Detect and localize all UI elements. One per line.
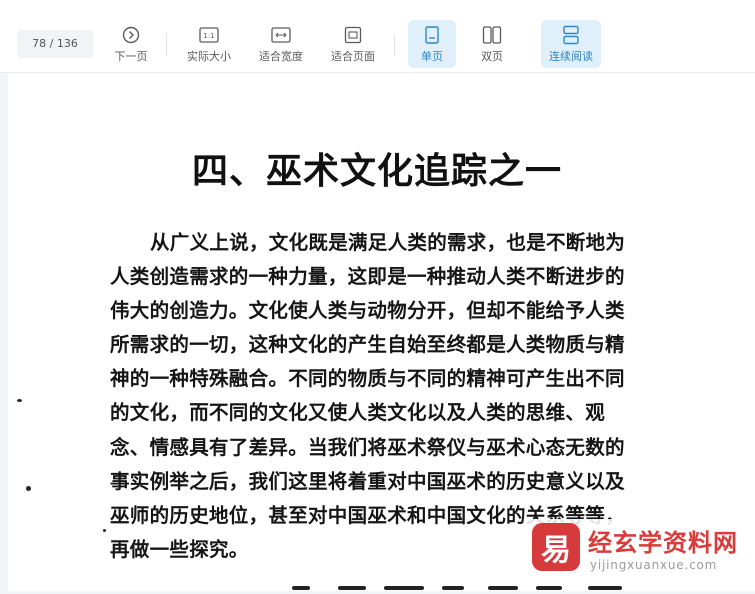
paragraph-line: 伟大的创造力。文化使人类与动物分开，但却不能给予人类 (110, 299, 625, 323)
paragraph-line: 所需求的一切，这种文化的产生自始至终都是人类物质与精 (110, 333, 625, 357)
scan-speck (103, 529, 106, 532)
reader-toolbar: 78 / 136 下一页 1:1 实际大小 适合宽度 适合页面 单页 双页 连续… (0, 0, 755, 73)
double-page-button[interactable]: 双页 (470, 20, 514, 68)
fit-width-label: 适合宽度 (259, 50, 303, 63)
watermark-logo: 易 (532, 523, 580, 571)
page-indicator[interactable]: 78 / 136 (17, 30, 93, 58)
svg-text:1:1: 1:1 (203, 32, 214, 40)
fit-width-button[interactable]: 适合宽度 (254, 20, 308, 68)
chevron-right-circle-icon (120, 24, 142, 46)
section-heading: 四、巫术文化追踪之一 (192, 150, 563, 192)
actual-size-button[interactable]: 1:1 实际大小 (180, 20, 238, 68)
paragraph-line: 人类创造需求的一种力量，这即是一种推动人类不断进步的 (110, 265, 625, 289)
actual-size-label: 实际大小 (187, 50, 231, 63)
continuous-reading-button[interactable]: 连续阅读 (541, 20, 601, 68)
actual-size-icon: 1:1 (198, 24, 220, 46)
watermark-title: 经玄学资料网 (588, 529, 738, 557)
next-page-button[interactable]: 下一页 (108, 20, 154, 68)
watermark-url: yijingxuanxue.com (590, 558, 718, 572)
double-page-label: 双页 (481, 50, 503, 63)
paragraph-line: 事实例举之后，我们这里将着重对中国巫术的历史意义以及 (110, 469, 625, 493)
site-watermark: 易 经玄学资料网 yijingxuanxue.com (526, 519, 748, 583)
paragraph-line: 念、情感具有了差异。当我们将巫术祭仪与巫术心态无数的 (110, 435, 625, 459)
single-page-button[interactable]: 单页 (408, 20, 456, 68)
toolbar-divider (394, 34, 395, 56)
toolbar-divider (166, 34, 167, 56)
fit-page-button[interactable]: 适合页面 (327, 20, 379, 68)
paragraph-line: 神的一种特殊融合。不同的物质与不同的精神可产生出不同 (110, 367, 625, 391)
continuous-scroll-icon (560, 24, 582, 46)
fit-page-label: 适合页面 (331, 50, 375, 63)
single-page-icon (421, 24, 443, 46)
scan-speck (26, 486, 31, 491)
body-paragraph: 从广义上说，文化既是满足人类的需求，也是不断地为 人类创造需求的一种力量，这即是… (110, 226, 714, 567)
paragraph-line: 从广义上说，文化既是满足人类的需求，也是不断地为 (150, 231, 626, 254)
double-page-icon (481, 24, 503, 46)
next-page-label: 下一页 (114, 50, 148, 63)
fit-page-icon (342, 24, 364, 46)
scan-speck (17, 399, 22, 402)
fit-width-icon (270, 24, 292, 46)
single-page-label: 单页 (421, 50, 443, 63)
paragraph-line: 的文化，而不同的文化又使人类文化以及人类的思维、观 (110, 401, 606, 425)
continuous-reading-label: 连续阅读 (549, 50, 593, 63)
